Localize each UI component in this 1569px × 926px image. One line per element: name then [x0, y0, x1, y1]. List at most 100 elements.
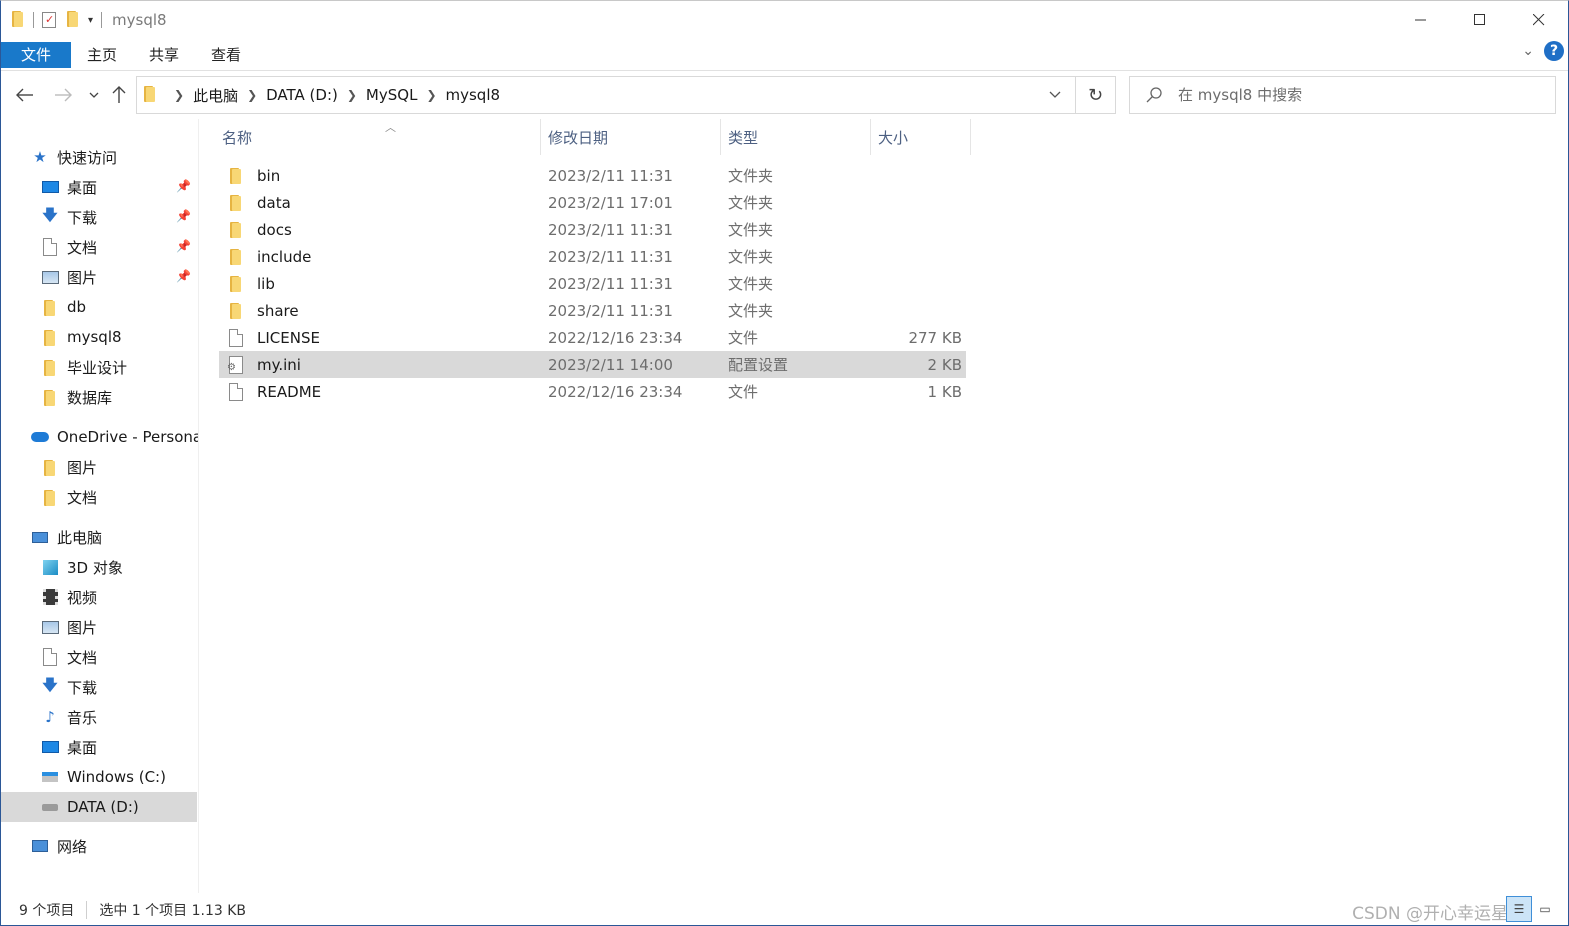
nav-onedrive-pictures[interactable]: 图片 [41, 453, 197, 481]
nav-onedrive-documents[interactable]: 文档 [41, 483, 197, 511]
column-header-type[interactable]: 类型 [721, 119, 871, 155]
breadcrumb-mysql8[interactable]: mysql8 [446, 86, 501, 104]
back-button[interactable] [13, 83, 37, 107]
expand-ribbon-icon[interactable]: ⌄ [1522, 43, 1534, 59]
forward-button[interactable] [51, 83, 75, 107]
details-view-button[interactable]: ☰ [1506, 896, 1532, 922]
desktop-icon [41, 178, 59, 196]
chevron-right-icon[interactable]: ❯ [347, 88, 357, 102]
nav-graduation-project[interactable]: 毕业设计 [41, 353, 197, 381]
maximize-button[interactable] [1450, 1, 1509, 39]
file-type: 文件夹 [728, 221, 774, 239]
large-icons-view-button[interactable]: ▭ [1532, 896, 1558, 922]
file-name-cell: lib [227, 270, 275, 297]
nav-pc-pictures[interactable]: 图片 [41, 613, 197, 641]
folder-icon [143, 85, 157, 106]
nav-pc-documents[interactable]: 文档 [41, 643, 197, 671]
pin-icon[interactable]: 📌 [176, 269, 191, 283]
file-icon [227, 328, 245, 347]
nav-music[interactable]: ♪ 音乐 [41, 703, 197, 731]
table-row[interactable]: LICENSE 2022/12/16 23:34 文件 277 KB [219, 324, 966, 351]
nav-data-drive[interactable]: DATA (D:) [1, 792, 197, 822]
nav-onedrive[interactable]: OneDrive - Persona [31, 423, 198, 451]
chevron-right-icon[interactable]: ❯ [247, 88, 257, 102]
file-name-cell: data [227, 189, 291, 216]
pin-icon[interactable]: 📌 [176, 209, 191, 223]
nav-desktop[interactable]: 桌面 📌 [41, 173, 197, 201]
nav-windows-drive[interactable]: Windows (C:) [41, 763, 197, 791]
chevron-right-icon[interactable]: ❯ [174, 88, 184, 102]
nav-label: 视频 [67, 588, 98, 607]
table-row[interactable]: bin 2023/2/11 11:31 文件夹 [219, 162, 966, 189]
table-row[interactable]: include 2023/2/11 11:31 文件夹 [219, 243, 966, 270]
table-row[interactable]: share 2023/2/11 11:31 文件夹 [219, 297, 966, 324]
divider [33, 12, 34, 28]
nav-this-pc[interactable]: 此电脑 [31, 523, 197, 551]
properties-icon[interactable]: ✓ [42, 12, 56, 28]
pin-icon[interactable]: 📌 [176, 239, 191, 253]
minimize-button[interactable] [1391, 1, 1450, 39]
file-date: 2022/12/16 23:34 [548, 328, 683, 347]
up-button[interactable] [107, 83, 131, 107]
file-size: 2 KB [927, 355, 962, 374]
pin-icon[interactable]: 📌 [176, 179, 191, 193]
close-button[interactable] [1509, 1, 1568, 39]
folder-icon[interactable] [11, 10, 25, 31]
table-row[interactable]: lib 2023/2/11 11:31 文件夹 [219, 270, 966, 297]
search-box[interactable] [1129, 76, 1556, 114]
nav-pc-desktop[interactable]: 桌面 [41, 733, 197, 761]
folder-icon [41, 358, 59, 376]
folder-icon [227, 302, 245, 319]
file-name: README [257, 382, 322, 401]
address-history-button[interactable] [1043, 77, 1067, 113]
address-bar[interactable]: ❯ 此电脑 ❯ DATA (D:) ❯ MySQL ❯ mysql8 ↻ [136, 76, 1116, 114]
folder-icon [227, 167, 245, 184]
column-header-size[interactable]: 大小 [871, 119, 971, 155]
file-name: docs [257, 220, 292, 239]
help-icon[interactable]: ? [1544, 41, 1564, 61]
customize-dropdown-icon[interactable]: ▾ [88, 15, 93, 26]
table-row[interactable]: data 2023/2/11 17:01 文件夹 [219, 189, 966, 216]
download-arrow-icon: 🡇 [42, 675, 58, 694]
file-date: 2023/2/11 11:31 [548, 220, 673, 239]
chevron-right-icon[interactable]: ❯ [426, 88, 436, 102]
table-row[interactable]: README 2022/12/16 23:34 文件 1 KB [219, 378, 966, 405]
nav-downloads[interactable]: 🡇 下载 📌 [41, 203, 197, 231]
nav-pc-downloads[interactable]: 🡇 下载 [41, 673, 197, 701]
nav-documents[interactable]: 文档 📌 [41, 233, 197, 261]
column-header-name[interactable]: 名称 ︿ [215, 119, 541, 155]
tab-home[interactable]: 主页 [71, 42, 133, 68]
breadcrumb-mysql[interactable]: MySQL [366, 86, 418, 104]
table-row[interactable]: my.ini 2023/2/11 14:00 配置设置 2 KB [219, 351, 966, 378]
new-folder-icon[interactable] [66, 10, 80, 31]
tab-share[interactable]: 共享 [133, 42, 195, 68]
file-name: bin [257, 166, 281, 185]
table-row[interactable]: docs 2023/2/11 11:31 文件夹 [219, 216, 966, 243]
nav-mysql8[interactable]: mysql8 [41, 323, 197, 351]
file-name-cell: my.ini [227, 351, 301, 378]
refresh-icon: ↻ [1087, 84, 1104, 106]
tab-file[interactable]: 文件 [1, 41, 71, 68]
nav-network[interactable]: 网络 [31, 832, 197, 860]
star-icon: ★ [33, 148, 47, 166]
folder-icon [41, 328, 59, 346]
cube-icon [41, 558, 59, 576]
column-header-date[interactable]: 修改日期 [541, 119, 721, 155]
nav-videos[interactable]: 视频 [41, 583, 197, 611]
nav-database[interactable]: 数据库 [41, 383, 197, 411]
search-input[interactable] [1176, 85, 1516, 105]
nav-quick-access[interactable]: ★ 快速访问 [31, 143, 198, 171]
nav-db[interactable]: db [41, 293, 197, 321]
tab-view[interactable]: 查看 [195, 42, 257, 68]
chevron-down-icon [1049, 91, 1061, 98]
nav-3d-objects[interactable]: 3D 对象 [41, 553, 197, 581]
nav-pictures[interactable]: 图片 📌 [41, 263, 197, 291]
recent-locations-button[interactable] [82, 83, 106, 107]
file-name-cell: README [227, 378, 321, 405]
breadcrumb-data-drive[interactable]: DATA (D:) [266, 86, 338, 104]
breadcrumb-this-pc[interactable]: 此电脑 [193, 85, 238, 106]
refresh-button[interactable]: ↻ [1075, 77, 1115, 113]
file-date: 2023/2/11 17:01 [548, 193, 673, 212]
file-size: 277 KB [908, 328, 962, 347]
file-name-cell: include [227, 243, 311, 270]
